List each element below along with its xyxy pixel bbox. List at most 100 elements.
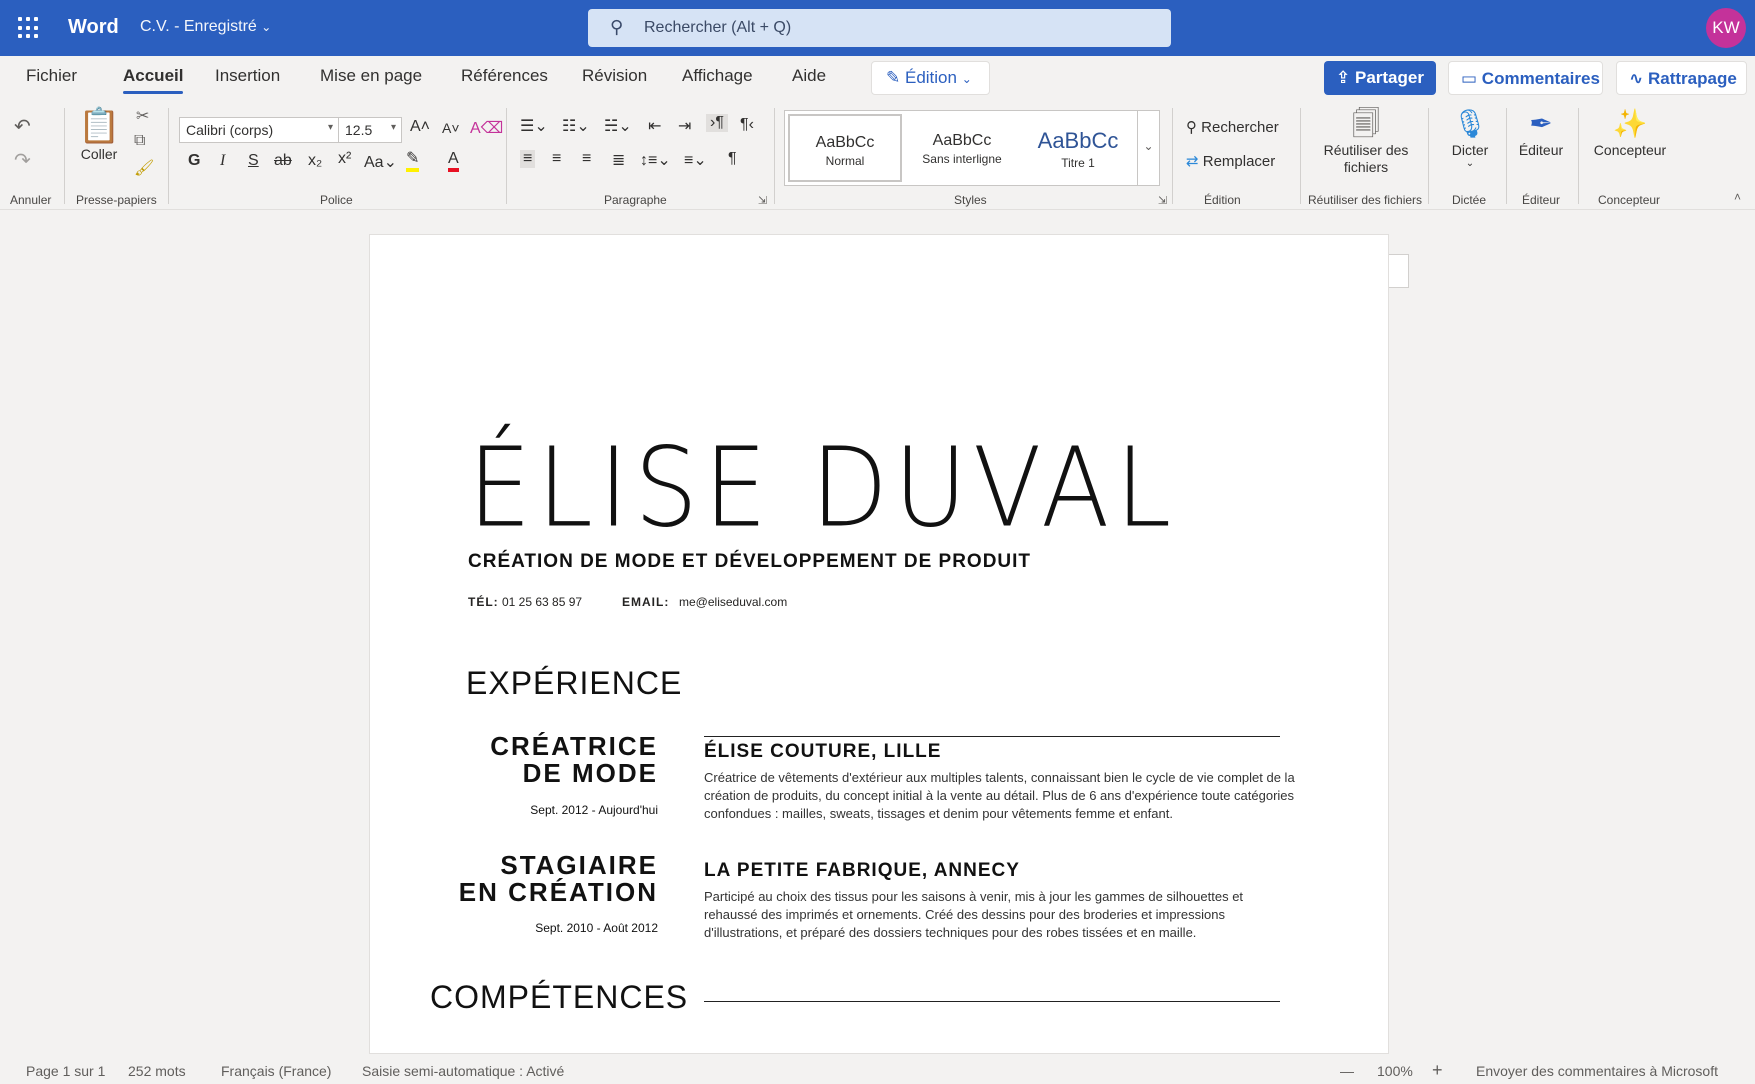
page-count[interactable]: Page 1 sur 1 [26,1063,105,1079]
job-dates: Sept. 2010 - Août 2012 [535,921,658,935]
font-name-select[interactable]: Calibri (corps) ▾ [179,117,339,143]
reuse-files-label: Réutiliser des fichiers [1323,142,1409,175]
editing-mode-dropdown[interactable]: ✎ Édition ⌄ [871,61,990,95]
tab-mise-en-page[interactable]: Mise en page [320,66,422,86]
numbering-icon[interactable]: ☷⌄ [562,116,590,136]
share-button[interactable]: ⇪ Partager [1324,61,1436,95]
collapse-ribbon-icon[interactable]: ˄ [1734,190,1741,204]
email-value[interactable]: me@eliseduval.com [679,595,787,609]
company-name: LA PETITE FABRIQUE, ANNECY [704,860,1020,881]
redo-icon[interactable]: ↷ [14,148,31,173]
zoom-level[interactable]: 100% [1377,1063,1413,1079]
search-box[interactable]: ⚲ Rechercher (Alt + Q) [588,9,1171,47]
font-size-select[interactable]: 12.5 ▾ [338,117,402,143]
change-case-icon[interactable]: Aa⌄ [364,152,397,172]
language[interactable]: Français (France) [221,1063,331,1079]
app-launcher-icon[interactable] [18,17,40,39]
company-name: ÉLISE COUTURE, LILLE [704,741,942,762]
paragraph-spacing-icon[interactable]: ≡⌄ [684,150,707,170]
shrink-font-icon[interactable]: A˅ [442,120,460,136]
rtl-icon[interactable]: ¶‹ [740,116,754,134]
ltr-icon[interactable]: ›¶ [706,114,728,132]
app-name[interactable]: Word [68,16,119,39]
italic-icon[interactable]: I [220,152,225,170]
autocomplete-status[interactable]: Saisie semi-automatique : Activé [362,1063,564,1079]
find-button[interactable]: ⚲ Rechercher [1186,118,1279,136]
reuse-files-button[interactable]: 🗐 Réutiliser des fichiers [1314,106,1418,176]
page-side-tab[interactable] [1389,254,1409,288]
undo-icon[interactable]: ↶ [14,114,31,139]
underline-icon[interactable]: S [248,152,259,170]
decrease-indent-icon[interactable]: ⇤ [648,116,661,136]
increase-indent-icon[interactable]: ⇥ [678,116,691,136]
paste-button[interactable]: 📋 Coller [78,106,120,162]
tab-fichier[interactable]: Fichier [26,66,77,86]
comments-button[interactable]: ▭ Commentaires [1448,61,1603,95]
replace-label: Remplacer [1202,153,1276,170]
group-label-paragraph: Paragraphe [604,193,667,207]
zoom-out-button[interactable]: — [1340,1063,1354,1079]
show-marks-icon[interactable]: ¶ [728,150,737,168]
copy-icon[interactable]: ⧉ [134,132,145,150]
word-count[interactable]: 252 mots [128,1063,186,1079]
dialog-launcher-icon[interactable]: ⇲ [1158,194,1167,207]
job-title-line: STAGIAIRE [500,850,658,880]
chevron-down-icon: ▾ [390,122,396,133]
replace-button[interactable]: ⇄ Remplacer [1186,152,1275,170]
tab-references[interactable]: Références [461,66,548,86]
comments-label: Commentaires [1481,69,1600,88]
font-color-icon[interactable]: A [448,150,459,172]
line-spacing-icon[interactable]: ↕≡⌄ [640,150,671,170]
feedback-link[interactable]: Envoyer des commentaires à Microsoft [1476,1063,1718,1079]
group-label-editing: Édition [1204,193,1241,207]
dialog-launcher-icon[interactable]: ⇲ [758,194,767,207]
align-left-icon[interactable]: ≡ [520,150,536,168]
catchup-button[interactable]: ∿ Rattrapage [1616,61,1747,95]
title-bar: Word C.V. - Enregistré ⌄ ⚲ Rechercher (A… [0,0,1755,56]
editor-button[interactable]: ✒ Éditeur [1512,106,1570,158]
format-painter-icon[interactable]: 🖌 [134,158,154,178]
designer-label: Concepteur [1593,142,1667,158]
bullets-icon[interactable]: ☰⌄ [520,116,548,136]
cv-name: ÉLISE DUVAL [468,423,1178,552]
job-dates: Sept. 2012 - Aujourd'hui [530,803,658,817]
font-name-value: Calibri (corps) [186,122,274,138]
tab-revision[interactable]: Révision [582,66,647,86]
multilevel-list-icon[interactable]: ☵⌄ [604,116,632,136]
share-label: Partager [1354,68,1424,87]
strikethrough-icon[interactable]: ab [274,152,292,170]
tab-accueil[interactable]: Accueil [123,66,184,94]
styles-gallery: AaBbCc Normal AaBbCc Sans interligne AaB… [784,110,1160,186]
designer-button[interactable]: ✨ Concepteur [1586,106,1674,158]
search-placeholder: Rechercher (Alt + Q) [644,19,792,36]
style-no-spacing[interactable]: AaBbCc Sans interligne [905,114,1019,182]
avatar[interactable]: KW [1706,8,1746,48]
tab-insertion[interactable]: Insertion [215,66,280,86]
align-center-icon[interactable]: ≡ [552,150,561,168]
status-bar: Page 1 sur 1 252 mots Français (France) … [0,1058,1755,1084]
align-right-icon[interactable]: ≡ [582,150,591,168]
justify-icon[interactable]: ≣ [612,150,625,170]
cut-icon[interactable]: ✂ [136,106,149,126]
clear-formatting-icon[interactable]: A⌫ [470,118,503,138]
style-heading-1[interactable]: AaBbCc Titre 1 [1021,114,1135,182]
find-label: Rechercher [1201,119,1279,136]
divider [704,736,1280,737]
zoom-in-button[interactable]: + [1432,1060,1443,1081]
group-label-font: Police [320,193,353,207]
grow-font-icon[interactable]: A˄ [410,118,430,136]
subscript-icon[interactable]: x₂ [308,152,322,170]
styles-expand-icon[interactable]: ⌄ [1137,111,1159,185]
tab-aide[interactable]: Aide [792,66,826,86]
document-name[interactable]: C.V. - Enregistré ⌄ [140,18,271,36]
style-normal[interactable]: AaBbCc Normal [788,114,902,182]
tab-affichage[interactable]: Affichage [682,66,753,86]
style-sample: AaBbCc [932,132,992,149]
superscript-icon[interactable]: x² [338,150,351,168]
chevron-down-icon: ⌄ [961,72,972,86]
replace-icon: ⇄ [1186,153,1199,170]
bold-icon[interactable]: G [188,152,200,170]
highlight-icon[interactable]: ✎ [406,150,420,172]
dictate-button[interactable]: 🎙 Dicter ⌄ [1440,106,1500,169]
document-page[interactable]: ÉLISE DUVAL CRÉATION DE MODE ET DÉVELOPP… [369,234,1389,1054]
